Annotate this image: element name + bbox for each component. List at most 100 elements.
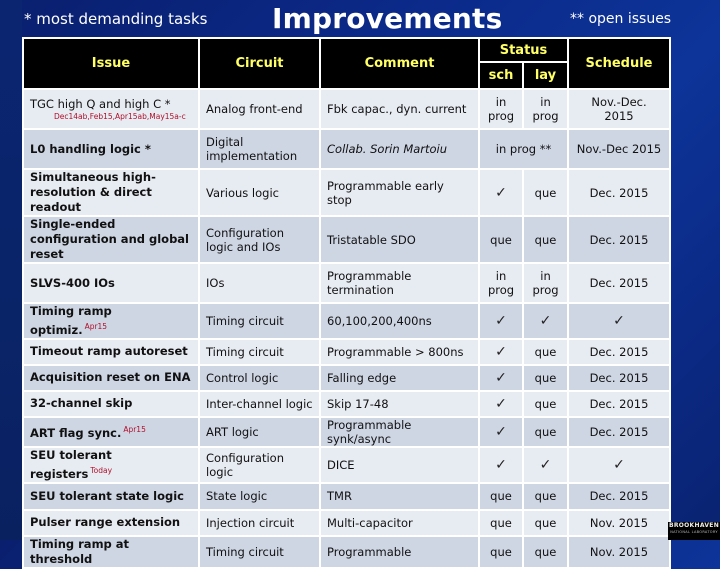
cell-comment: Fbk capac., dyn. current bbox=[319, 88, 480, 130]
cell-issue: Acquisition reset on ENA bbox=[22, 363, 200, 392]
check-icon: ✓ bbox=[495, 395, 507, 412]
cell-schedule: Dec. 2015 bbox=[567, 389, 671, 418]
cell-circuit: Various logic bbox=[198, 168, 321, 217]
brookhaven-logo: BROOKHAVEN NATIONAL LABORATORY bbox=[668, 522, 720, 540]
cell-issue: 32-channel skip bbox=[22, 389, 200, 418]
cell-comment: Programmable bbox=[319, 534, 480, 569]
cell-comment: Programmable synk/async bbox=[319, 415, 480, 448]
cell-lay: que bbox=[522, 389, 569, 418]
issue-text: Timing ramp at threshold bbox=[30, 536, 130, 566]
cell-comment: Skip 17-48 bbox=[319, 389, 480, 418]
cell-schedule: Dec. 2015 bbox=[567, 337, 671, 366]
cell-sch: in prog bbox=[478, 88, 524, 130]
cell-lay: que bbox=[522, 534, 569, 569]
cell-issue: Simultaneous high-resolution & direct re… bbox=[22, 168, 200, 217]
left-band bbox=[0, 0, 22, 540]
cell-circuit: State logic bbox=[198, 481, 321, 511]
issue-text: TGC high Q and high C * bbox=[30, 97, 171, 111]
cell-lay: que bbox=[522, 481, 569, 511]
cell-comment: Tristatable SDO bbox=[319, 215, 480, 264]
table-row: SEU tolerant registers Today Configuration… bbox=[22, 445, 671, 484]
cell-lay: que bbox=[522, 168, 569, 217]
header-lay: lay bbox=[522, 61, 569, 90]
table-row: Acquisition reset on ENA Control logic Fal… bbox=[22, 363, 671, 392]
table-row: SEU tolerant state logic State logic TMR qu… bbox=[22, 481, 671, 511]
issue-text: Timeout ramp autoreset bbox=[30, 344, 188, 359]
table-row: Pulser range extension Injection circuit M… bbox=[22, 508, 671, 537]
issue-text: Timing ramp optimiz. bbox=[30, 304, 112, 337]
table-row: SLVS-400 IOs IOs Programmable termination i… bbox=[22, 262, 671, 304]
table-row: Single-ended configuration and global re… bbox=[22, 215, 671, 264]
check-icon: ✓ bbox=[539, 456, 552, 473]
check-icon: ✓ bbox=[539, 312, 552, 329]
date-annotation: Today bbox=[90, 465, 113, 475]
date-annotation: Apr15 bbox=[123, 425, 146, 435]
cell-issue: TGC high Q and high C * Dec14ab,Feb15,Apr… bbox=[22, 88, 200, 130]
table-row: Simultaneous high-resolution & direct re… bbox=[22, 168, 671, 217]
cell-issue: SEU tolerant registers Today bbox=[22, 445, 200, 484]
cell-sch: ✓ bbox=[478, 445, 524, 484]
cell-circuit: Timing circuit bbox=[198, 337, 321, 366]
cell-circuit: Digital implementation bbox=[198, 128, 321, 170]
header-issue: Issue bbox=[22, 37, 200, 90]
cell-comment: DICE bbox=[319, 445, 480, 484]
cell-comment: Falling edge bbox=[319, 363, 480, 392]
cell-circuit: Inter-channel logic bbox=[198, 389, 321, 418]
cell-schedule: Nov.-Dec 2015 bbox=[567, 128, 671, 170]
header-status: Status bbox=[478, 37, 569, 63]
cell-lay: que bbox=[522, 363, 569, 392]
cell-issue: Pulser range extension bbox=[22, 508, 200, 537]
cell-circuit: Timing circuit bbox=[198, 302, 321, 340]
cell-sch: ✓ bbox=[478, 363, 524, 392]
cell-schedule: Nov. 2015 bbox=[567, 534, 671, 569]
date-annotation: Dec14ab,Feb15,Apr15ab,May15a-c bbox=[54, 112, 186, 121]
cell-schedule: Dec. 2015 bbox=[567, 262, 671, 304]
cell-schedule: Dec. 2015 bbox=[567, 481, 671, 511]
cell-schedule: Dec. 2015 bbox=[567, 215, 671, 264]
cell-issue: Single-ended configuration and global re… bbox=[22, 215, 200, 264]
cell-circuit: Control logic bbox=[198, 363, 321, 392]
header-sch: sch bbox=[478, 61, 524, 90]
cell-comment: Multi-capacitor bbox=[319, 508, 480, 537]
cell-issue: ART flag sync. Apr15 bbox=[22, 415, 200, 448]
cell-sch: que bbox=[478, 481, 524, 511]
cell-lay: ✓ bbox=[522, 445, 569, 484]
check-icon: ✓ bbox=[495, 423, 507, 440]
date-annotation: Apr15 bbox=[84, 322, 108, 331]
issue-text: SLVS-400 IOs bbox=[30, 275, 115, 290]
table-row: TGC high Q and high C * Dec14ab,Feb15,Apr… bbox=[22, 88, 671, 130]
cell-issue: Timing ramp at threshold bbox=[22, 534, 200, 569]
check-icon: ✓ bbox=[495, 369, 507, 386]
cell-sch: que bbox=[478, 215, 524, 264]
issue-text: 32-channel skip bbox=[30, 396, 133, 411]
cell-circuit: Timing circuit bbox=[198, 534, 321, 569]
cell-schedule: Nov.-Dec. 2015 bbox=[567, 88, 671, 130]
issue-text: Simultaneous high-resolution & direct re… bbox=[30, 170, 156, 214]
cell-issue: SLVS-400 IOs bbox=[22, 262, 200, 304]
cell-lay: que bbox=[522, 508, 569, 537]
table-row: ART flag sync. Apr15 ART logic Programmable… bbox=[22, 415, 671, 448]
cell-sch: ✓ bbox=[478, 168, 524, 217]
cell-sch: ✓ bbox=[478, 337, 524, 366]
cell-comment: Collab. Sorin Martoiu bbox=[319, 128, 480, 170]
check-icon: ✓ bbox=[495, 456, 507, 473]
cell-circuit: Injection circuit bbox=[198, 508, 321, 537]
cell-circuit: Configuration logic and IOs bbox=[198, 215, 321, 264]
cell-status: in prog ** bbox=[478, 128, 569, 170]
cell-sch: ✓ bbox=[478, 389, 524, 418]
cell-issue: SEU tolerant state logic bbox=[22, 481, 200, 511]
table-row: 32-channel skip Inter-channel logic Skip 1… bbox=[22, 389, 671, 418]
table-row: Timing ramp optimiz. Apr15 Timing circuit 6… bbox=[22, 302, 671, 340]
table-row: L0 handling logic * Digital implementatio… bbox=[22, 128, 671, 170]
cell-circuit: IOs bbox=[198, 262, 321, 304]
cell-lay: in prog bbox=[522, 262, 569, 304]
cell-lay: que bbox=[522, 415, 569, 448]
cell-schedule: Dec. 2015 bbox=[567, 168, 671, 217]
cell-sch: que bbox=[478, 534, 524, 569]
cell-schedule: ✓ bbox=[567, 302, 671, 340]
header-circuit: Circuit bbox=[198, 37, 321, 90]
issue-text: Single-ended configuration and global re… bbox=[30, 217, 190, 261]
open-issues-note: ** open issues bbox=[570, 11, 672, 27]
cell-issue: Timeout ramp autoreset bbox=[22, 337, 200, 366]
cell-schedule: ✓ bbox=[567, 445, 671, 484]
